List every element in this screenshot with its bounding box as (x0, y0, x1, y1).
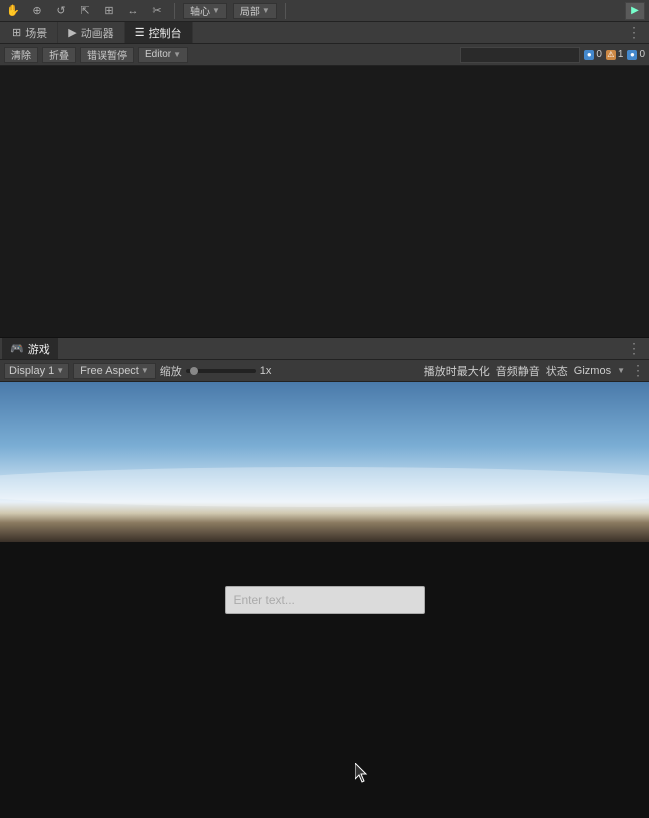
separator-2 (285, 3, 286, 19)
pivot-arrow-icon: ▼ (212, 6, 220, 15)
info-icon: ● (584, 50, 594, 60)
warn-count: 1 (618, 49, 624, 60)
game-controls-bar: Display 1 ▼ Free Aspect ▼ 缩放 1x 播放时最大化 音… (0, 360, 649, 382)
local-arrow-icon: ▼ (262, 6, 270, 15)
error-icon: ● (627, 50, 637, 60)
editor-arrow-icon: ▼ (173, 50, 181, 59)
game-tab-bar: 🎮 游戏 ⋮ (0, 338, 649, 360)
editor-dropdown[interactable]: Editor ▼ (138, 47, 188, 63)
display-dropdown[interactable]: Display 1 ▼ (4, 363, 69, 379)
aspect-dropdown[interactable]: Free Aspect ▼ (73, 363, 156, 379)
pivot-label: 轴心 (190, 3, 210, 18)
console-tab-icon: ☰ (135, 26, 145, 39)
play-button[interactable]: ▶ (625, 2, 645, 20)
separator-1 (174, 3, 175, 19)
top-toolbar: ✋ ⊕ ↺ ⇱ ⊞ ↔ ✂ 轴心 ▼ 局部 ▼ ▶ (0, 0, 649, 22)
scene-tab-label: 场景 (25, 25, 47, 41)
controls-kebab[interactable]: ⋮ (631, 362, 645, 379)
cursor-icon (355, 763, 371, 783)
tool-rotate-icon[interactable]: ↺ (52, 2, 70, 20)
display-arrow-icon: ▼ (56, 366, 64, 375)
tool-scale-icon[interactable]: ⇱ (76, 2, 94, 20)
tool-crosshair-icon[interactable]: ⊕ (28, 2, 46, 20)
local-label: 局部 (240, 3, 260, 18)
tab-game[interactable]: 🎮 游戏 (2, 338, 58, 359)
tab-animator[interactable]: ▶ 动画器 (58, 22, 124, 43)
info-count: 0 (596, 49, 602, 60)
tool-cut-icon[interactable]: ✂ (148, 2, 166, 20)
right-controls: 播放时最大化 音频静音 状态 Gizmos ▼ ⋮ (424, 362, 645, 379)
scale-slider[interactable] (186, 369, 256, 373)
status-area: ● 0 ⚠ 1 ● 0 (584, 49, 645, 60)
display-label: Display 1 (9, 365, 54, 377)
scale-value: 1x (260, 365, 272, 377)
mute-button[interactable]: 音频静音 (496, 363, 540, 379)
tab-console[interactable]: ☰ 控制台 (125, 22, 193, 43)
game-text-input-placeholder: Enter text... (234, 593, 295, 607)
local-dropdown[interactable]: 局部 ▼ (233, 3, 277, 19)
tab-bar-kebab[interactable]: ⋮ (621, 24, 647, 41)
tool-hand-icon[interactable]: ✋ (4, 2, 22, 20)
stats-button[interactable]: 状态 (546, 363, 568, 379)
scale-label: 缩放 (160, 363, 182, 379)
game-tab-label: 游戏 (28, 341, 50, 357)
warn-status: ⚠ 1 (606, 49, 624, 60)
gizmos-arrow-icon: ▼ (617, 366, 625, 375)
animator-tab-icon: ▶ (68, 26, 76, 39)
sky-background (0, 382, 649, 542)
console-search-input[interactable] (460, 47, 580, 63)
tab-scene[interactable]: ⊞ 场景 (2, 22, 58, 43)
cursor-indicator (355, 763, 371, 788)
error-status: ● 0 (627, 49, 645, 60)
game-viewport: Enter text... (0, 382, 649, 818)
info-status: ● 0 (584, 49, 602, 60)
gizmos-button[interactable]: Gizmos (574, 365, 611, 377)
error-count: 0 (639, 49, 645, 60)
scene-viewport (0, 66, 649, 338)
scene-tab-bar: ⊞ 场景 ▶ 动画器 ☰ 控制台 ⋮ (0, 22, 649, 44)
toolbar-right: ▶ (625, 2, 645, 20)
animator-tab-label: 动画器 (81, 25, 114, 41)
game-text-input[interactable]: Enter text... (225, 586, 425, 614)
aspect-label: Free Aspect (80, 365, 139, 377)
console-tab-label: 控制台 (149, 25, 182, 41)
console-toolbar: 清除 折叠 错误暂停 Editor ▼ ● 0 ⚠ 1 ● 0 (0, 44, 649, 66)
error-pause-button[interactable]: 错误暂停 (80, 47, 134, 63)
scale-section: 缩放 1x (160, 363, 272, 379)
tool-rect-icon[interactable]: ⊞ (100, 2, 118, 20)
tool-transform-icon[interactable]: ↔ (124, 2, 142, 20)
aspect-arrow-icon: ▼ (141, 366, 149, 375)
collapse-button[interactable]: 折叠 (42, 47, 76, 63)
maximize-button[interactable]: 播放时最大化 (424, 363, 490, 379)
play-icon: ▶ (631, 5, 639, 16)
editor-label: Editor (145, 49, 171, 60)
pivot-dropdown[interactable]: 轴心 ▼ (183, 3, 227, 19)
game-tab-kebab[interactable]: ⋮ (621, 340, 647, 357)
warn-icon: ⚠ (606, 50, 616, 60)
game-tab-icon: 🎮 (10, 342, 24, 355)
scene-tab-icon: ⊞ (12, 26, 21, 39)
scale-thumb (190, 367, 198, 375)
clear-button[interactable]: 清除 (4, 47, 38, 63)
